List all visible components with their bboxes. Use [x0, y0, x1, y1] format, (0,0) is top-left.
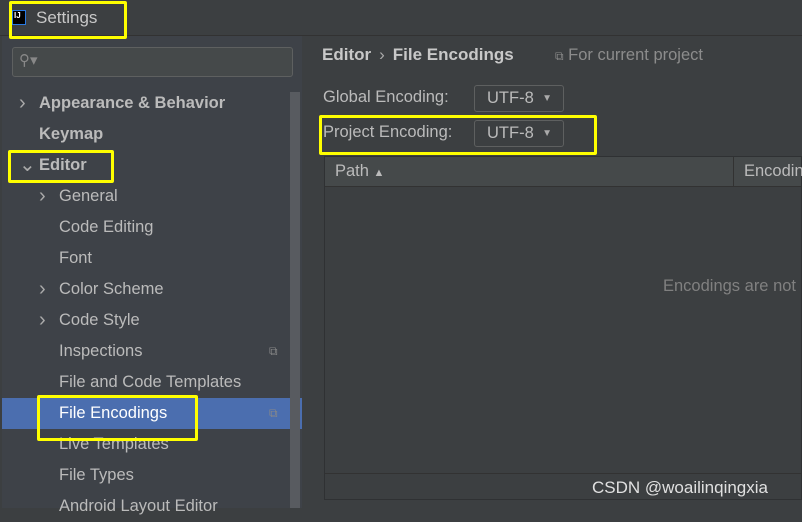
sidebar-item-label: File Encodings: [59, 404, 168, 422]
chevron-right-icon[interactable]: ›: [19, 88, 26, 119]
sidebar-item-label: Code Editing: [59, 218, 154, 236]
sidebar-item-color-scheme[interactable]: › Color Scheme: [2, 274, 302, 305]
sidebar-item-label: Color Scheme: [59, 280, 164, 298]
sidebar-item-label: Editor: [39, 156, 87, 174]
table-header: Path ▲ Encodin: [325, 157, 802, 187]
search-input[interactable]: ⚲▾: [12, 47, 293, 77]
sidebar-item-label: Android Layout Editor: [59, 497, 218, 515]
sidebar-item-label: Code Style: [59, 311, 140, 329]
global-encoding-value: UTF-8: [487, 89, 534, 107]
chevron-down-icon: ▼: [542, 128, 552, 139]
search-icon: ⚲▾: [19, 52, 38, 69]
window-title: Settings: [36, 8, 98, 27]
sidebar-item-keymap[interactable]: Keymap: [2, 119, 302, 150]
sidebar-item-label: File and Code Templates: [59, 373, 242, 391]
sidebar-item-label: General: [59, 187, 118, 205]
chevron-right-icon[interactable]: ›: [39, 305, 46, 336]
sidebar-item-label: Keymap: [39, 125, 104, 143]
breadcrumb-separator: ›: [379, 45, 385, 64]
breadcrumb: Editor › File Encodings: [322, 45, 514, 65]
sidebar-item-android-layout-editor[interactable]: Android Layout Editor: [2, 491, 302, 522]
sidebar-item-font[interactable]: Font: [2, 243, 302, 274]
sidebar-item-live-templates[interactable]: Live Templates: [2, 429, 302, 460]
chevron-down-icon[interactable]: ⌄: [19, 150, 36, 181]
breadcrumb-editor[interactable]: Editor: [322, 45, 371, 64]
column-divider[interactable]: [733, 157, 734, 187]
sidebar-item-label: File Types: [59, 466, 134, 484]
scope-label: ⧉ For current project: [555, 46, 703, 65]
sidebar-item-label: Appearance & Behavior: [39, 94, 226, 112]
sidebar-item-file-encodings[interactable]: File Encodings ⧉: [2, 398, 302, 429]
settings-sidebar: ⚲▾ › Appearance & Behavior Keymap ⌄ Editor › G…: [2, 36, 302, 515]
sidebar-item-label: Font: [59, 249, 93, 267]
sidebar-item-editor[interactable]: ⌄ Editor: [2, 150, 302, 181]
sort-ascending-icon: ▲: [373, 167, 385, 179]
project-scope-icon: ⧉: [269, 406, 278, 420]
title-bar: IJ Settings: [0, 0, 802, 36]
sidebar-item-inspections[interactable]: Inspections ⧉: [2, 336, 302, 367]
chevron-right-icon[interactable]: ›: [39, 274, 46, 305]
project-scope-icon: ⧉: [269, 344, 278, 358]
project-encoding-value: UTF-8: [487, 124, 534, 142]
column-encoding[interactable]: Encodin: [744, 162, 802, 181]
sidebar-item-appearance-behavior[interactable]: › Appearance & Behavior: [2, 88, 302, 119]
project-scope-icon: ⧉: [555, 49, 564, 63]
chevron-down-icon: ▼: [542, 93, 552, 104]
project-encoding-dropdown[interactable]: UTF-8 ▼: [474, 120, 564, 147]
sidebar-item-general[interactable]: › General: [2, 181, 302, 212]
sidebar-item-code-style[interactable]: › Code Style: [2, 305, 302, 336]
breadcrumb-file-encodings: File Encodings: [392, 45, 514, 64]
sidebar-item-label: Live Templates: [59, 435, 169, 453]
encodings-table: Path ▲ Encodin Encodings are not: [324, 156, 802, 500]
sidebar-item-file-and-code-templates[interactable]: File and Code Templates: [2, 367, 302, 398]
empty-table-text: Encodings are not: [663, 277, 797, 295]
chevron-right-icon[interactable]: ›: [39, 181, 46, 212]
sidebar-item-code-editing[interactable]: Code Editing: [2, 212, 302, 243]
scope-text: For current project: [568, 46, 703, 64]
sidebar-item-file-types[interactable]: File Types: [2, 460, 302, 491]
app-logo-icon: IJ: [12, 10, 26, 25]
sidebar-item-label: Inspections: [59, 342, 143, 360]
column-path[interactable]: Path ▲: [335, 162, 384, 181]
sidebar-scrollbar[interactable]: [290, 92, 300, 508]
project-encoding-label: Project Encoding:: [323, 123, 453, 141]
global-encoding-label: Global Encoding:: [323, 88, 449, 106]
global-encoding-dropdown[interactable]: UTF-8 ▼: [474, 85, 564, 112]
watermark: CSDN @woailinqingxia: [592, 478, 768, 497]
